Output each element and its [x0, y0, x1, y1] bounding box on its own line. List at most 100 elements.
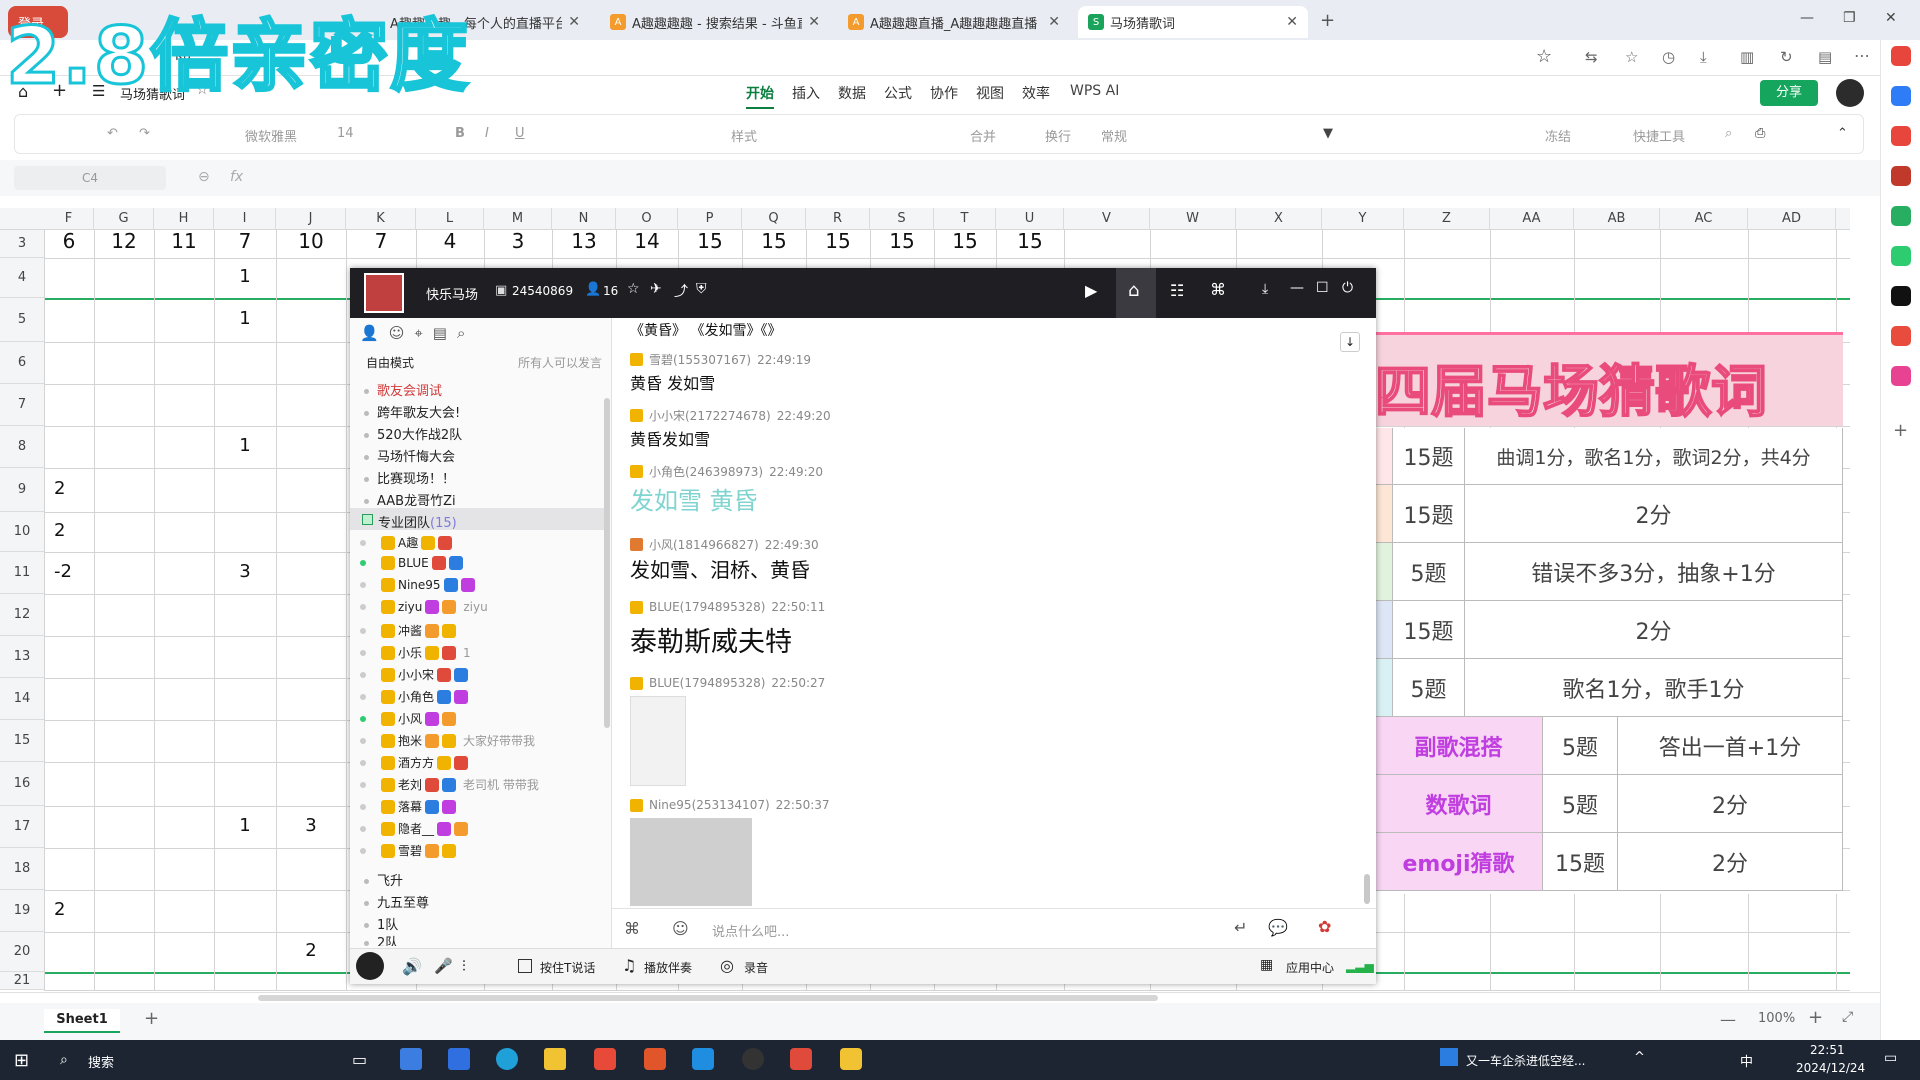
close-icon[interactable]: ✕	[1048, 14, 1060, 30]
cell[interactable]: 15	[742, 229, 806, 253]
column-header[interactable]: Y	[1322, 208, 1404, 230]
cell[interactable]: 1	[214, 815, 276, 836]
tiktok-icon[interactable]	[1891, 286, 1911, 306]
column-header[interactable]: AC	[1660, 208, 1748, 230]
channel-item[interactable]: 九五至尊	[364, 892, 429, 911]
bold-button[interactable]: B	[455, 126, 465, 141]
fullscreen-icon[interactable]: ⤢	[1842, 1009, 1853, 1025]
cell[interactable]: 13	[552, 229, 616, 253]
message-user[interactable]: BLUE(1794895328)	[649, 600, 765, 614]
minimize-icon[interactable]: —	[1290, 280, 1304, 296]
collapse-icon[interactable]: ⌃	[1837, 126, 1848, 141]
style-button[interactable]: 样式	[731, 126, 757, 145]
message-user[interactable]: BLUE(1794895328)	[649, 676, 765, 690]
row-header[interactable]: 4	[0, 258, 44, 298]
member-item[interactable]: BLUE	[360, 556, 470, 570]
browser-tab[interactable]: A A趣趣趣趣 - 搜索结果 - 斗鱼直 ✕	[600, 6, 830, 38]
column-header[interactable]: AA	[1490, 208, 1574, 230]
cell[interactable]: 15	[870, 229, 934, 253]
location-icon[interactable]: ⌖	[414, 324, 422, 342]
shopping-icon[interactable]	[1891, 366, 1911, 386]
underline-button[interactable]: U	[515, 126, 525, 141]
close-icon[interactable]: ✕	[1286, 14, 1298, 30]
gamepad-icon[interactable]: ⌘	[624, 919, 640, 938]
cell[interactable]: 12	[94, 229, 154, 253]
team-channel[interactable]: 专业团队(15)	[362, 512, 457, 531]
cell[interactable]: 2	[276, 940, 346, 961]
column-header[interactable]: L	[416, 208, 484, 230]
taskbar-search[interactable]: 搜索	[88, 1052, 114, 1071]
row-header[interactable]: 19	[0, 890, 44, 932]
print-icon[interactable]: ⎙	[1755, 126, 1765, 141]
row-header[interactable]: 16	[0, 762, 44, 806]
zoom-out-icon[interactable]: —	[1720, 1010, 1736, 1029]
yy-icon[interactable]	[840, 1048, 862, 1070]
redo-icon[interactable]: ↷	[139, 126, 150, 141]
menu-view[interactable]: 视图	[976, 83, 1004, 103]
cell[interactable]: 7	[214, 229, 276, 253]
cell[interactable]: 6	[44, 229, 94, 253]
screenshot-thumbnail[interactable]	[630, 818, 752, 906]
row-header[interactable]: 15	[0, 720, 44, 762]
cell[interactable]: 15	[678, 229, 742, 253]
member-item[interactable]: 冲酱	[360, 622, 463, 639]
scrollbar[interactable]	[1364, 874, 1370, 904]
channel-item[interactable]: 1队	[364, 914, 398, 933]
row-header[interactable]: 3	[0, 230, 44, 258]
menu-home[interactable]: 开始	[746, 83, 774, 109]
cell[interactable]: 2	[44, 520, 94, 541]
row-header[interactable]: 14	[0, 678, 44, 720]
music-icon[interactable]: ♫	[622, 956, 636, 975]
apps-icon[interactable]: ▦	[1260, 957, 1273, 973]
zoom-level[interactable]: 100%	[1758, 1011, 1795, 1026]
cell[interactable]: 15	[934, 229, 996, 253]
new-tab-button[interactable]: +	[1320, 10, 1335, 31]
row-header[interactable]: 9	[0, 468, 44, 512]
share-icon[interactable]: ⤴	[674, 281, 688, 301]
row-header[interactable]: 12	[0, 594, 44, 636]
channel-item[interactable]: 520大作战2队	[364, 424, 462, 443]
list-icon[interactable]: ☷	[1170, 281, 1184, 300]
name-box[interactable]: C4	[14, 166, 166, 190]
message-user[interactable]: 小小宋(2172274678)	[649, 407, 771, 424]
close-icon[interactable]: ✕	[568, 14, 580, 30]
member-item[interactable]: 抱米 大家好带带我	[360, 732, 535, 749]
app-icon[interactable]	[692, 1048, 714, 1070]
cell[interactable]: 1	[214, 266, 276, 287]
channel-item[interactable]: 飞升	[364, 870, 403, 889]
store-icon[interactable]	[400, 1048, 422, 1070]
h-scrollbar[interactable]	[258, 995, 1158, 1001]
power-icon[interactable]: ⏻	[1342, 280, 1353, 296]
share-button[interactable]: 分享	[1760, 80, 1818, 106]
translate-icon[interactable]: ⇆	[1585, 48, 1598, 66]
history-icon[interactable]: ◷	[1662, 48, 1675, 66]
video-icon[interactable]: ▶	[1085, 281, 1097, 300]
row-header[interactable]: 8	[0, 426, 44, 468]
mode-label[interactable]: 自由模式	[366, 354, 414, 371]
home-icon[interactable]: ⌂	[1128, 280, 1139, 301]
column-header[interactable]: J	[276, 208, 346, 230]
cell[interactable]: 2	[44, 478, 94, 499]
menu-insert[interactable]: 插入	[792, 83, 820, 103]
column-header[interactable]: W	[1150, 208, 1236, 230]
channel-item[interactable]: 马场忏悔大会	[364, 446, 455, 465]
cell[interactable]: 3	[214, 561, 276, 582]
equalizer-icon[interactable]: ⫶	[462, 957, 466, 975]
close-icon[interactable]: ✕	[808, 14, 820, 30]
task-view-icon[interactable]: ▭	[352, 1050, 367, 1069]
row-header[interactable]: 6	[0, 342, 44, 384]
row-header[interactable]: 20	[0, 932, 44, 972]
sidebar-icon[interactable]: ▥	[1740, 48, 1754, 66]
column-header[interactable]: G	[94, 208, 154, 230]
folder-icon[interactable]	[544, 1048, 566, 1070]
ptt-label[interactable]: 按住T说话	[540, 959, 595, 976]
message-user[interactable]: Nine95(253134107)	[649, 798, 770, 812]
column-header[interactable]: K	[346, 208, 416, 230]
column-header[interactable]: M	[484, 208, 552, 230]
minimize-icon[interactable]: —	[1800, 10, 1814, 26]
toolbox-icon[interactable]	[1891, 166, 1911, 186]
avatar[interactable]	[1836, 79, 1864, 107]
maximize-icon[interactable]: ☐	[1316, 280, 1329, 296]
cell[interactable]: 3	[276, 815, 346, 836]
download-icon[interactable]: ⤓	[1700, 48, 1707, 66]
